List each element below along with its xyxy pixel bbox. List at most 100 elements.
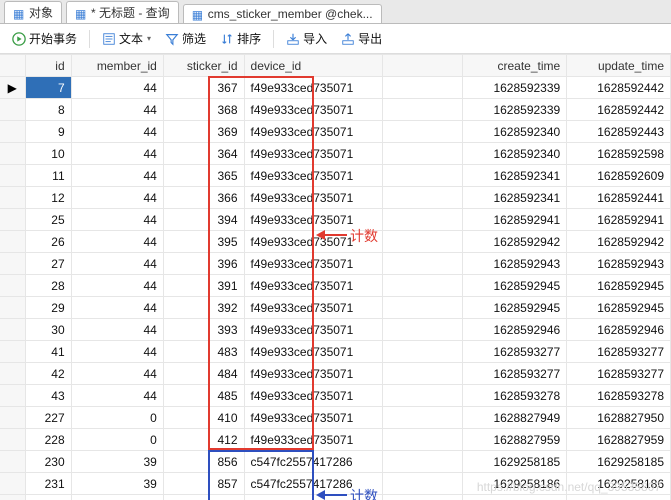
cell-spacer[interactable] (382, 275, 463, 297)
cell-device-id[interactable]: f49e933ced735071 (244, 385, 382, 407)
cell-spacer[interactable] (382, 77, 463, 99)
cell-spacer[interactable] (382, 99, 463, 121)
cell-member-id[interactable]: 44 (71, 319, 163, 341)
cell-member-id[interactable]: 44 (71, 341, 163, 363)
cell-member-id[interactable]: 0 (71, 495, 163, 500)
cell-update-time[interactable]: 1628592946 (567, 319, 671, 341)
cell-create-time[interactable]: 1628592946 (463, 319, 567, 341)
cell-update-time[interactable]: 1628593278 (567, 385, 671, 407)
col-update-time[interactable]: update_time (567, 55, 671, 77)
col-create-time[interactable]: create_time (463, 55, 567, 77)
cell-sticker-id[interactable]: 857 (163, 473, 244, 495)
cell-spacer[interactable] (382, 407, 463, 429)
cell-spacer[interactable] (382, 451, 463, 473)
cell-create-time[interactable]: 1628592941 (463, 209, 567, 231)
cell-id[interactable]: 227 (25, 407, 71, 429)
cell-spacer[interactable] (382, 165, 463, 187)
cell-create-time[interactable]: 1628592945 (463, 297, 567, 319)
cell-member-id[interactable]: 0 (71, 407, 163, 429)
cell-id[interactable]: 231 (25, 473, 71, 495)
table-row[interactable]: 3044393f49e933ced73507116285929461628592… (0, 319, 671, 341)
cell-device-id[interactable]: f49e933ced735071 (244, 209, 382, 231)
cell-sticker-id[interactable]: 483 (163, 341, 244, 363)
cell-create-time[interactable]: 1629258185 (463, 451, 567, 473)
cell-create-time[interactable]: 1628592341 (463, 165, 567, 187)
cell-update-time[interactable]: 1628592609 (567, 165, 671, 187)
cell-id[interactable]: 25 (25, 209, 71, 231)
table-row[interactable]: 2280412f49e933ced73507116288279591628827… (0, 429, 671, 451)
cell-device-id[interactable]: c547fc2557417286 (244, 451, 382, 473)
table-row[interactable]: 2744396f49e933ced73507116285929431628592… (0, 253, 671, 275)
cell-create-time[interactable]: 1628592943 (463, 253, 567, 275)
cell-member-id[interactable]: 44 (71, 121, 163, 143)
cell-device-id[interactable]: f49e933ced735071 (244, 143, 382, 165)
cell-sticker-id[interactable]: 391 (163, 275, 244, 297)
cell-update-time[interactable]: 1629258186 (567, 473, 671, 495)
cell-spacer[interactable] (382, 143, 463, 165)
cell-member-id[interactable]: 44 (71, 297, 163, 319)
table-row[interactable]: 4244484f49e933ced73507116285932771628593… (0, 363, 671, 385)
cell-id[interactable]: 28 (25, 275, 71, 297)
cell-sticker-id[interactable]: 412 (163, 429, 244, 451)
cell-update-time[interactable]: 1628592443 (567, 121, 671, 143)
table-row[interactable]: 23039856c547fc25574172861629258185162925… (0, 451, 671, 473)
table-row[interactable]: 1144365f49e933ced73507116285923411628592… (0, 165, 671, 187)
cell-create-time[interactable]: 1628592945 (463, 275, 567, 297)
cell-device-id[interactable]: f49e933ced735071 (244, 341, 382, 363)
cell-spacer[interactable] (382, 341, 463, 363)
filter-button[interactable]: 筛选 (159, 27, 212, 50)
cell-update-time[interactable]: 1628593277 (567, 363, 671, 385)
table-row[interactable]: 2944392f49e933ced73507116285929451628592… (0, 297, 671, 319)
cell-id[interactable]: 41 (25, 341, 71, 363)
cell-member-id[interactable]: 39 (71, 473, 163, 495)
table-row[interactable]: 2644395f49e933ced73507116285929421628592… (0, 231, 671, 253)
cell-id[interactable]: 228 (25, 429, 71, 451)
cell-spacer[interactable] (382, 297, 463, 319)
tab-cms-sticker-member[interactable]: cms_sticker_member @chek... (183, 4, 382, 23)
cell-id[interactable]: 42 (25, 363, 71, 385)
cell-update-time[interactable]: 1628593277 (567, 341, 671, 363)
cell-id[interactable]: 30 (25, 319, 71, 341)
cell-id[interactable]: 230 (25, 451, 71, 473)
cell-spacer[interactable] (382, 253, 463, 275)
cell-device-id[interactable]: f49e933ced735071 (244, 253, 382, 275)
cell-create-time[interactable]: 1628592340 (463, 143, 567, 165)
cell-sticker-id[interactable]: 367 (163, 77, 244, 99)
cell-update-time[interactable]: 1628592942 (567, 231, 671, 253)
cell-spacer[interactable] (382, 473, 463, 495)
cell-update-time[interactable]: 1629258210 (567, 495, 671, 500)
cell-update-time[interactable]: 1628592943 (567, 253, 671, 275)
cell-device-id[interactable]: f49e933ced735071 (244, 231, 382, 253)
cell-member-id[interactable]: 0 (71, 429, 163, 451)
cell-update-time[interactable]: 1628827950 (567, 407, 671, 429)
cell-spacer[interactable] (382, 429, 463, 451)
cell-sticker-id[interactable]: 392 (163, 297, 244, 319)
cell-sticker-id[interactable]: 485 (163, 385, 244, 407)
cell-id[interactable]: 10 (25, 143, 71, 165)
col-sticker-id[interactable]: sticker_id (163, 55, 244, 77)
cell-member-id[interactable]: 44 (71, 385, 163, 407)
table-row[interactable]: 2320856c547fc255741728616292582101629258… (0, 495, 671, 500)
start-transaction-button[interactable]: 开始事务 (6, 27, 83, 50)
cell-sticker-id[interactable]: 856 (163, 451, 244, 473)
cell-member-id[interactable]: 44 (71, 363, 163, 385)
cell-member-id[interactable]: 44 (71, 165, 163, 187)
cell-sticker-id[interactable]: 394 (163, 209, 244, 231)
col-device-id[interactable]: device_id (244, 55, 382, 77)
cell-device-id[interactable]: f49e933ced735071 (244, 319, 382, 341)
cell-create-time[interactable]: 1628592942 (463, 231, 567, 253)
cell-member-id[interactable]: 44 (71, 231, 163, 253)
cell-sticker-id[interactable]: 364 (163, 143, 244, 165)
cell-id[interactable]: 9 (25, 121, 71, 143)
table-row[interactable]: 23139857c547fc25574172861629258186162925… (0, 473, 671, 495)
table-row[interactable]: 1044364f49e933ced73507116285923401628592… (0, 143, 671, 165)
cell-create-time[interactable]: 1628592339 (463, 77, 567, 99)
cell-sticker-id[interactable]: 410 (163, 407, 244, 429)
cell-create-time[interactable]: 1629258210 (463, 495, 567, 500)
cell-member-id[interactable]: 44 (71, 187, 163, 209)
cell-create-time[interactable]: 1628827959 (463, 429, 567, 451)
cell-create-time[interactable]: 1628592340 (463, 121, 567, 143)
cell-update-time[interactable]: 1628592945 (567, 297, 671, 319)
cell-device-id[interactable]: f49e933ced735071 (244, 165, 382, 187)
cell-member-id[interactable]: 44 (71, 209, 163, 231)
